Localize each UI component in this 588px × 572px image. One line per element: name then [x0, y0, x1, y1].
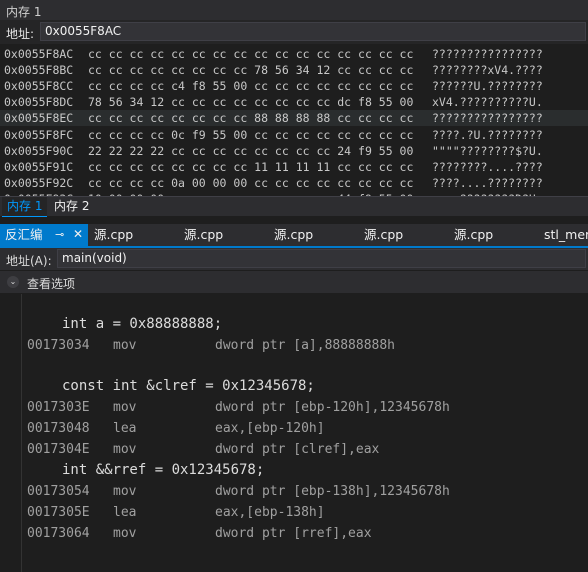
memory-address-bar: 地址: 0x0055F8AC: [0, 20, 588, 44]
disassembly-address-bar: 地址(A): main(void): [0, 248, 588, 270]
memory-row[interactable]: 0x0055F91C cc cc cc cc cc cc cc cc 11 11 …: [0, 159, 588, 175]
asm-address: 0017304E: [27, 442, 90, 457]
memory-row-ascii: xV4.??????????U.: [432, 95, 543, 110]
disassembly-address-label: 地址(A):: [6, 254, 52, 268]
pin-icon[interactable]: ⊸: [55, 224, 64, 245]
asm-operands: dword ptr [a],88888888h: [215, 338, 396, 353]
memory-row-hex: cc cc cc cc cc cc cc cc 78 56 34 12 cc c…: [88, 63, 414, 78]
memory-row-address: 0x0055F91C: [4, 159, 74, 174]
asm-address: 00173064: [27, 526, 90, 541]
memory-row-hex: cc cc cc cc cc cc cc cc 88 88 88 88 cc c…: [88, 111, 414, 126]
memory-row[interactable]: 0x0055F8CC cc cc cc cc c4 f8 55 00 cc cc …: [0, 78, 588, 94]
memory-row[interactable]: 0x0055F8FC cc cc cc cc 0c f9 55 00 cc cc …: [0, 127, 588, 143]
memory-row[interactable]: 0x0055F8AC cc cc cc cc cc cc cc cc cc cc …: [0, 46, 588, 62]
asm-operands: dword ptr [ebp-120h],12345678h: [215, 400, 450, 415]
memory-row-ascii: ????????xV4.????: [432, 63, 543, 78]
asm-mnemonic: mov: [113, 400, 137, 415]
tab-source-cpp[interactable]: 源.cpp: [274, 224, 313, 246]
tab-source-cpp[interactable]: 源.cpp: [184, 224, 223, 246]
memory-row[interactable]: 0x0055F8BC cc cc cc cc cc cc cc cc 78 56 …: [0, 62, 588, 78]
tab-memory-2[interactable]: 内存 2: [49, 197, 94, 216]
memory-row-ascii: ????.?U.????????: [432, 127, 543, 142]
memory-row[interactable]: 0x0055F90C 22 22 22 22 cc cc cc cc cc cc …: [0, 143, 588, 159]
asm-line[interactable]: 00173064 mov dword ptr [rref],eax: [27, 526, 587, 546]
asm-address: 00173054: [27, 484, 90, 499]
memory-row-hex: cc cc cc cc 0a 00 00 00 cc cc cc cc cc c…: [88, 175, 414, 190]
asm-line[interactable]: 00173048 lea eax,[ebp-120h]: [27, 421, 587, 441]
memory-row[interactable]: 0x0055F8DC 78 56 34 12 cc cc cc cc cc cc …: [0, 94, 588, 110]
asm-address: 00173034: [27, 338, 90, 353]
asm-operands: dword ptr [ebp-138h],12345678h: [215, 484, 450, 499]
memory-row-address: 0x0055F92C: [4, 175, 74, 190]
asm-mnemonic: mov: [113, 526, 137, 541]
disassembly-address-input[interactable]: main(void): [57, 249, 586, 268]
memory-row-address: 0x0055F8AC: [4, 47, 74, 61]
asm-mnemonic: mov: [113, 338, 137, 353]
asm-line[interactable]: 0017305E lea eax,[ebp-138h]: [27, 505, 587, 525]
source-line[interactable]: int a = 0x88888888;: [62, 316, 222, 332]
source-line[interactable]: const int &clref = 0x12345678;: [62, 378, 315, 394]
tab-source-cpp[interactable]: 源.cpp: [364, 224, 403, 246]
memory-row-hex: cc cc cc cc cc cc cc cc cc cc cc cc cc c…: [88, 47, 414, 61]
asm-address: 0017303E: [27, 400, 90, 415]
memory-address-input[interactable]: 0x0055F8AC: [40, 22, 586, 41]
asm-mnemonic: lea: [113, 505, 137, 520]
asm-line[interactable]: 00173034 mov dword ptr [a],88888888h: [27, 338, 587, 358]
memory-window-title-text: 内存 1: [6, 5, 42, 19]
asm-address: 00173048: [27, 421, 90, 436]
memory-row-hex: 78 56 34 12 cc cc cc cc cc cc cc cc dc f…: [88, 95, 414, 110]
disassembly-listing[interactable]: int a = 0x88888888; 00173034 mov dword ptr …: [0, 294, 588, 572]
memory-row-ascii: """"????????$?U.: [432, 143, 543, 158]
memory-row[interactable]: 0x0055F92C cc cc cc cc 0a 00 00 00 cc cc …: [0, 175, 588, 191]
memory-row-hex: cc cc cc cc 0c f9 55 00 cc cc cc cc cc c…: [88, 127, 414, 142]
asm-line[interactable]: 00173054 mov dword ptr [ebp-138h],12345678…: [27, 484, 587, 504]
asm-line[interactable]: 0017304E mov dword ptr [clref],eax: [27, 442, 587, 462]
asm-mnemonic: mov: [113, 442, 137, 457]
memory-row-hex: 22 22 22 22 cc cc cc cc cc cc cc cc 24 f…: [88, 143, 414, 158]
memory-row-address: 0x0055F8EC: [4, 111, 74, 126]
source-line[interactable]: int &&rref = 0x12345678;: [62, 462, 264, 478]
memory-row-ascii: ????....????????: [432, 175, 543, 190]
view-options-label: 查看选项: [27, 277, 76, 291]
memory-row-ascii: ????????????????: [432, 47, 543, 61]
tab-disassembly[interactable]: 反汇编 ⊸ ✕: [0, 224, 88, 246]
memory-row-address: 0x0055F90C: [4, 143, 74, 158]
memory-grid[interactable]: 0x0055F8AC cc cc cc cc cc cc cc cc cc cc …: [0, 44, 588, 196]
tab-source-cpp[interactable]: 源.cpp: [454, 224, 493, 246]
asm-line[interactable]: 0017303E mov dword ptr [ebp-120h],12345678…: [27, 400, 587, 420]
tab-disassembly-label: 反汇编: [5, 227, 43, 242]
asm-mnemonic: mov: [113, 484, 137, 499]
memory-row-ascii: ????????????????: [432, 111, 543, 126]
asm-operands: dword ptr [rref],eax: [215, 526, 372, 541]
memory-window-title: 内存 1: [0, 0, 588, 20]
chevron-down-icon[interactable]: ⌄: [7, 276, 19, 288]
memory-row-address: 0x0055F8FC: [4, 127, 74, 142]
tab-memory-1[interactable]: 内存 1: [2, 197, 48, 217]
document-tab-bar: 反汇编 ⊸ ✕ 源.cpp 源.cpp 源.cpp 源.cpp 源.cpp st…: [0, 224, 588, 248]
memory-tab-bar: 内存 1 内存 2: [0, 196, 588, 217]
asm-mnemonic: lea: [113, 421, 137, 436]
memory-row-ascii: ????????....????: [432, 159, 543, 174]
memory-row-hex: cc cc cc cc cc cc cc cc 11 11 11 11 cc c…: [88, 159, 414, 174]
asm-operands: eax,[ebp-138h]: [215, 505, 325, 520]
memory-row[interactable]: 0x0055F8EC cc cc cc cc cc cc cc cc 88 88 …: [0, 110, 588, 127]
asm-operands: dword ptr [clref],eax: [215, 442, 380, 457]
memory-row-address: 0x0055F8BC: [4, 63, 74, 78]
memory-row-address: 0x0055F8DC: [4, 95, 74, 110]
tab-source-cpp[interactable]: 源.cpp: [94, 224, 133, 246]
view-options-bar[interactable]: ⌄ 查看选项: [0, 271, 588, 293]
memory-row-ascii: ??????U.????????: [432, 79, 543, 94]
tab-stl-mem[interactable]: stl_mem: [544, 224, 588, 246]
listing-gutter[interactable]: [0, 294, 22, 572]
asm-address: 0017305E: [27, 505, 90, 520]
asm-operands: eax,[ebp-120h]: [215, 421, 325, 436]
memory-row-hex: cc cc cc cc c4 f8 55 00 cc cc cc cc cc c…: [88, 79, 414, 94]
memory-row-address: 0x0055F8CC: [4, 79, 74, 94]
close-icon[interactable]: ✕: [73, 224, 83, 245]
memory-address-label: 地址:: [6, 27, 35, 41]
